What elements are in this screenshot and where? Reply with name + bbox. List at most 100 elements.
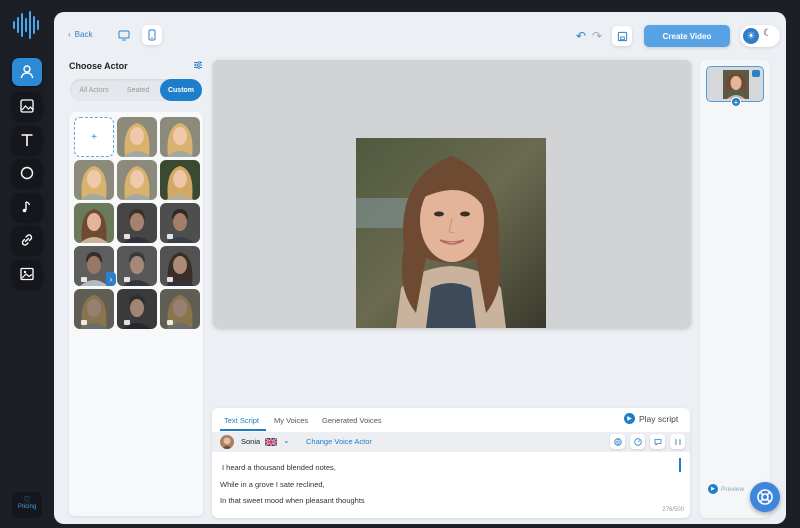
pricing-button[interactable]: ♡ Pricing xyxy=(12,492,42,518)
more-options-button[interactable] xyxy=(670,434,685,449)
actor-thumbnail[interactable] xyxy=(117,160,157,200)
circle-icon xyxy=(20,166,34,180)
picture-icon xyxy=(20,267,34,281)
floppy-disk-icon xyxy=(617,31,627,41)
lock-icon xyxy=(167,234,173,239)
sun-icon[interactable]: ☀ xyxy=(743,28,759,44)
actor-thumbnail[interactable] xyxy=(160,117,200,157)
comment-icon xyxy=(654,438,661,446)
soundwave-logo-icon[interactable] xyxy=(11,10,43,40)
sidebar-item-music[interactable] xyxy=(12,193,42,221)
actor-thumbnail[interactable] xyxy=(160,203,200,243)
actor-grid: + xyxy=(69,112,203,516)
comment-button[interactable] xyxy=(650,434,665,449)
voice-dropdown-chevron-icon[interactable]: ⌄ xyxy=(283,436,290,445)
script-panel: Text Script My Voices Generated Voices ▶… xyxy=(212,408,690,518)
sidebar-item-link[interactable] xyxy=(12,226,42,254)
sidebar-item-actor[interactable] xyxy=(12,58,42,86)
left-rail: ♡ Pricing xyxy=(0,0,54,528)
sidebar-item-image[interactable] xyxy=(12,92,42,120)
save-button[interactable] xyxy=(612,26,632,46)
actor-image xyxy=(117,289,157,329)
actor-image xyxy=(160,289,200,329)
actor-image xyxy=(117,246,157,286)
actor-panel-title: Choose Actor xyxy=(69,61,128,71)
sidebar-item-text[interactable] xyxy=(12,126,42,154)
actor-filter-tabs: All Actors Seated Custom xyxy=(70,79,202,101)
monitor-icon xyxy=(118,30,130,41)
create-video-button[interactable]: Create Video xyxy=(644,25,730,47)
undo-icon[interactable]: ↶ xyxy=(576,29,586,43)
globe-icon xyxy=(613,437,622,446)
actor-thumbnail[interactable] xyxy=(160,246,200,286)
actor-image xyxy=(117,203,157,243)
script-line: While in a grove I sate reclined, xyxy=(220,479,325,489)
play-script-button[interactable]: ▶ Play script xyxy=(624,413,678,424)
script-line: In that sweet mood when pleasant thought… xyxy=(220,496,365,505)
theme-toggle[interactable]: ☀ ☾ xyxy=(740,25,780,47)
sidebar-item-media[interactable] xyxy=(12,260,42,288)
actor-thumbnail[interactable] xyxy=(117,117,157,157)
scene-list-panel: + ▶ Preview xyxy=(700,60,770,518)
actor-thumbnail[interactable] xyxy=(117,289,157,329)
actor-image xyxy=(160,117,200,157)
portrait-format-button[interactable] xyxy=(142,25,162,45)
actor-thumbnail[interactable] xyxy=(160,160,200,200)
lock-icon xyxy=(167,277,173,282)
play-icon: ▶ xyxy=(708,484,718,494)
actor-thumbnail[interactable] xyxy=(117,203,157,243)
character-counter: 276/500 xyxy=(662,507,684,513)
actor-thumbnail[interactable] xyxy=(160,289,200,329)
tab-all-actors[interactable]: All Actors xyxy=(74,79,114,101)
play-icon: ▶ xyxy=(624,413,635,424)
actor-thumbnail[interactable] xyxy=(74,289,114,329)
main-panel: ‹ Back ↶ ↷ Create Video ☀ ☾ Choose Actor… xyxy=(54,12,786,524)
actor-thumbnail[interactable] xyxy=(117,246,157,286)
filter-sliders-icon[interactable] xyxy=(193,60,203,70)
actor-photo[interactable] xyxy=(356,138,546,328)
image-icon xyxy=(20,99,34,113)
scene-actor-image xyxy=(723,70,749,99)
speed-button[interactable] xyxy=(630,434,645,449)
actor-thumbnail[interactable] xyxy=(74,160,114,200)
tab-generated-voices[interactable]: Generated Voices xyxy=(322,416,382,425)
change-voice-actor-button[interactable]: Change Voice Actor xyxy=(306,437,372,446)
grid-dots-icon xyxy=(674,438,681,445)
scene-thumbnail[interactable]: + xyxy=(706,66,764,107)
redo-icon[interactable]: ↷ xyxy=(592,29,602,43)
lock-icon xyxy=(124,320,130,325)
add-actor-button[interactable]: + xyxy=(74,117,114,157)
add-scene-button[interactable]: + xyxy=(731,97,741,107)
chevron-right-icon: › xyxy=(109,274,113,284)
lock-icon xyxy=(124,234,130,239)
preview-button[interactable]: ▶ Preview xyxy=(708,484,744,494)
lock-icon xyxy=(167,320,173,325)
uk-flag-icon xyxy=(265,438,277,446)
moon-icon[interactable]: ☾ xyxy=(763,28,772,39)
tab-text-script[interactable]: Text Script xyxy=(224,416,259,425)
lock-icon xyxy=(81,320,87,325)
sidebar-item-shape[interactable] xyxy=(12,159,42,187)
tab-seated[interactable]: Seated xyxy=(118,79,158,101)
link-icon xyxy=(21,234,33,246)
collapse-panel-button[interactable]: › xyxy=(106,272,116,286)
pricing-label: Pricing xyxy=(17,504,37,510)
video-canvas[interactable] xyxy=(213,60,691,328)
scene-menu-icon[interactable] xyxy=(752,70,760,77)
active-tab-indicator xyxy=(220,429,266,431)
landscape-format-button[interactable] xyxy=(114,25,134,45)
actor-image xyxy=(74,160,114,200)
actor-image xyxy=(74,203,114,243)
text-caret xyxy=(679,458,681,472)
script-text-area[interactable]: I heard a thousand blended notes, While … xyxy=(220,460,365,510)
help-button[interactable] xyxy=(750,482,780,512)
actor-image xyxy=(160,203,200,243)
actor-thumbnail[interactable] xyxy=(74,203,114,243)
back-button[interactable]: ‹ Back xyxy=(68,30,92,39)
actor-panel: Choose Actor All Actors Seated Custom + xyxy=(64,52,204,518)
actor-image xyxy=(160,246,200,286)
tab-my-voices[interactable]: My Voices xyxy=(274,416,308,425)
music-note-icon xyxy=(22,201,31,213)
globe-button[interactable] xyxy=(610,434,625,449)
tab-custom[interactable]: Custom xyxy=(160,79,202,101)
